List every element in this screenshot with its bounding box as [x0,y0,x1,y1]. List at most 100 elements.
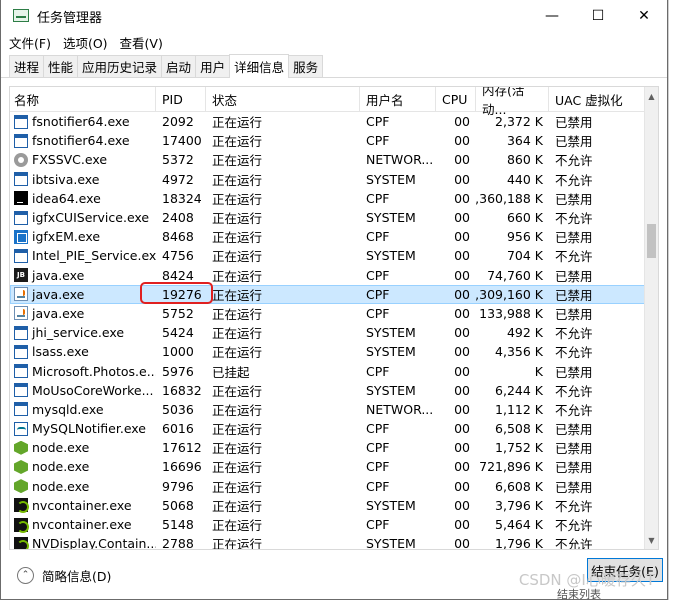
table-row[interactable]: idea64.exe 18324 正在运行 CPF 00 1,360,188 K 已禁用 [10,189,658,208]
table-row[interactable]: node.exe 9796 正在运行 CPF 00 6,608 K 已禁用 [10,477,658,496]
fewer-details-toggle[interactable]: ⌃ 简略信息(D) [17,566,111,585]
pid-text: 5148 [162,517,194,533]
footer: ⌃ 简略信息(D) 结束任务(E) CSDN @I心暖存久T 结束列表 [1,552,667,600]
table-row[interactable]: mysqld.exe 5036 正在运行 NETWOR... 00 1,112 K 不允许 [10,400,658,419]
column-header-name[interactable]: 名称 [10,87,156,111]
tab-details[interactable]: 详细信息 [229,54,290,78]
cpu-text: 00 [454,114,470,130]
minimize-button[interactable]: — [529,0,575,32]
cell-mem: 440 K [476,170,549,189]
tab-users[interactable]: 用户 [195,55,231,77]
cpu-text: 00 [454,286,470,302]
table-row[interactable]: Intel_PIE_Service.exe 4756 正在运行 SYSTEM 00 704… [10,246,658,265]
cell-uac: 已禁用 [549,189,648,208]
scroll-thumb[interactable] [647,224,656,258]
table-row[interactable]: jhi_service.exe 5424 正在运行 SYSTEM 00 492 K 不允许 [10,323,658,342]
cell-mem: 860 K [476,150,549,169]
cell-status: 已挂起 [206,361,360,380]
cell-uac: 已禁用 [549,361,648,380]
uac-text: 不允许 [555,249,593,265]
table-row[interactable]: java.exe19276正在运行CPF001,309,160 K已禁用 [10,284,658,304]
name-text: node.exe [32,459,90,475]
table-row[interactable]: lsass.exe 1000 正在运行 SYSTEM 00 4,356 K 不允许 [10,342,658,361]
table-row[interactable]: nvcontainer.exe 5068 正在运行 SYSTEM 00 3,796 K 不允… [10,496,658,515]
cell-uac: 不允许 [549,208,648,227]
cell-mem: 3,796 K [476,496,549,515]
cell-pid: 17400 [156,131,206,150]
column-header-user[interactable]: 用户名 [360,87,436,111]
cell-uac: 不允许 [549,323,648,342]
status-text: 正在运行 [212,518,263,534]
cell-status: 正在运行 [206,227,360,246]
cell-cpu: 00 [436,323,476,342]
pid-text: 17400 [162,133,202,149]
tab-performance[interactable]: 性能 [43,55,79,77]
window-icon [14,114,28,129]
cell-uac: 已禁用 [549,304,648,323]
pid-text: 16696 [162,459,202,475]
cell-user: CPF [360,477,436,496]
table-row[interactable]: fsnotifier64.exe 17400 正在运行 CPF 00 364 K 已禁用 [10,131,658,150]
column-header-status[interactable]: 状态 [206,87,360,111]
cell-name: JB java.exe [10,266,156,285]
gear-icon [14,152,28,167]
uac-text: 已禁用 [555,422,593,438]
table-row[interactable]: java.exe 5752 正在运行 CPF 00 133,988 K 已禁用 [10,304,658,323]
table-row[interactable]: igfxEM.exe 8468 正在运行 CPF 00 956 K 已禁用 [10,227,658,246]
vertical-scrollbar[interactable]: ▲ ▼ [644,87,658,549]
column-header-cpu[interactable]: CPU [436,87,476,111]
cell-pid: 5148 [156,515,206,534]
menu-file[interactable]: 文件(F) [9,33,51,52]
menu-options[interactable]: 选项(O) [63,33,108,52]
table-row[interactable]: fsnotifier64.exe 2092 正在运行 CPF 00 2,372 K 已禁用 [10,112,658,131]
column-header-memory[interactable]: 内存(活动... [476,87,549,117]
tab-processes[interactable]: 进程 [9,55,45,77]
table-row[interactable]: MoUsoCoreWorke... 16832 正在运行 SYSTEM 00 6,244 … [10,381,658,400]
table-row[interactable]: JB java.exe 8424 正在运行 CPF 00 74,760 K 已禁用 [10,266,658,285]
pid-text: 2092 [162,114,194,130]
table-row[interactable]: node.exe 16696 正在运行 CPF 00 721,896 K 已禁用 [10,457,658,476]
uac-text: 已禁用 [555,268,593,284]
tab-services[interactable]: 服务 [288,55,324,77]
column-header-uac[interactable]: UAC 虚拟化 [549,87,648,111]
uac-text: 已禁用 [555,191,593,207]
menu-view[interactable]: 查看(V) [120,33,163,52]
uac-text: 不允许 [555,345,593,361]
name-text: igfxCUIService.exe [32,210,150,226]
cell-cpu: 00 [436,246,476,265]
table-row[interactable]: Microsoft.Photos.e... 5976 已挂起 CPF 00 K 已禁用 [10,361,658,380]
pid-text: 5976 [162,363,194,379]
close-button[interactable]: ✕ [621,0,667,32]
tab-app-history[interactable]: 应用历史记录 [77,55,163,77]
scroll-up-arrow-icon[interactable]: ▲ [645,87,658,105]
uac-text: 已禁用 [555,441,593,457]
cell-user: SYSTEM [360,534,436,549]
table-row[interactable]: FXSSVC.exe 5372 正在运行 NETWOR... 00 860 K 不允许 [10,150,658,169]
table-row[interactable]: ibtsiva.exe 4972 正在运行 SYSTEM 00 440 K 不允许 [10,170,658,189]
cell-user: SYSTEM [360,208,436,227]
table-row[interactable]: MySQLNotifier.exe 6016 正在运行 CPF 00 6,508 K 已禁用 [10,419,658,438]
tab-startup[interactable]: 启动 [161,55,197,77]
table-row[interactable]: node.exe 17612 正在运行 CPF 00 1,752 K 已禁用 [10,438,658,457]
cell-mem: 74,760 K [476,266,549,285]
user-text: CPF [366,305,390,321]
cell-mem: 6,508 K [476,419,549,438]
column-header-pid[interactable]: PID [156,87,206,111]
scroll-down-arrow-icon[interactable]: ▼ [645,531,658,549]
cpu-text: 00 [454,497,470,513]
window-icon [14,383,28,398]
cell-pid: 1000 [156,342,206,361]
table-row[interactable]: NVDisplay.Contain... 2788 正在运行 SYSTEM 00 1,79… [10,534,658,549]
user-text: CPF [366,267,390,283]
table-row[interactable]: igfxCUIService.exe 2408 正在运行 SYSTEM 00 660 K 不… [10,208,658,227]
cell-cpu: 00 [436,266,476,285]
table-row[interactable]: nvcontainer.exe 5148 正在运行 CPF 00 5,464 K 不允许 [10,515,658,534]
name-text: java.exe [32,286,85,302]
cell-cpu: 00 [436,477,476,496]
cell-uac: 不允许 [549,150,648,169]
maximize-button[interactable]: ☐ [575,0,621,32]
cell-status: 正在运行 [206,246,360,265]
name-text: mysqld.exe [32,401,104,417]
table-header: 名称 PID 状态 用户名 CPU 内存(活动... UAC 虚拟化 [10,87,658,117]
mem-text: 1,112 K [495,401,543,417]
